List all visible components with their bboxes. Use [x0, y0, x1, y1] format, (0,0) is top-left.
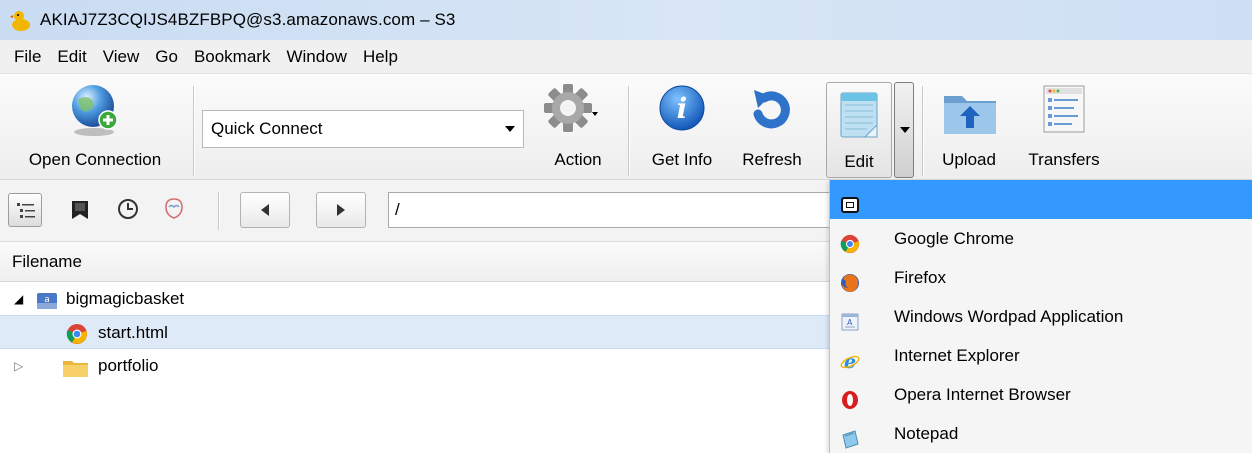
refresh-button[interactable]: Refresh	[730, 82, 814, 176]
transfers-label: Transfers	[1028, 150, 1100, 169]
action-button[interactable]: Action	[534, 82, 622, 176]
outline-view-icon	[17, 203, 35, 218]
main-toolbar: Open Connection Quick Connect Action i G…	[0, 74, 1252, 180]
toolbar-separator	[218, 192, 219, 230]
window-title: AKIAJ7Z3CQIJS4BZFBPQ@s3.amazonaws.com – …	[40, 10, 456, 29]
history-button[interactable]	[112, 193, 146, 227]
menu-item-blank-editor[interactable]	[830, 180, 1252, 219]
table-row[interactable]: ▷ portfolio	[0, 349, 830, 383]
action-label: Action	[554, 150, 602, 169]
table-row[interactable]: ◢ a bigmagicbasket	[0, 282, 830, 316]
bonjour-button[interactable]	[158, 193, 192, 227]
ie-icon: e	[840, 346, 860, 373]
get-info-button[interactable]: i Get Info	[640, 82, 724, 176]
menu-item-label: Opera Internet Browser	[894, 385, 1071, 404]
upload-label: Upload	[942, 150, 996, 169]
folder-icon	[62, 356, 88, 377]
forward-arrow-icon	[337, 204, 345, 216]
menu-item-google-chrome[interactable]: Google Chrome	[830, 219, 1252, 258]
svg-text:a: a	[44, 295, 50, 305]
notepad-icon	[837, 89, 883, 146]
refresh-label: Refresh	[742, 150, 802, 169]
expanded-triangle-icon[interactable]: ◢	[14, 282, 23, 316]
gear-icon	[540, 82, 600, 143]
svg-text:A: A	[847, 318, 853, 327]
forward-button[interactable]	[316, 192, 366, 228]
file-name: portfolio	[98, 356, 159, 375]
get-info-label: Get Info	[651, 150, 713, 169]
edit-with-menu: Google Chrome Firefox A Windows Wordpad …	[829, 180, 1252, 453]
notepad-icon	[840, 424, 860, 449]
menu-file[interactable]: File	[6, 47, 49, 67]
quick-connect-combobox[interactable]: Quick Connect	[202, 110, 524, 148]
back-arrow-icon	[261, 204, 269, 216]
quick-connect-value: Quick Connect	[211, 119, 323, 138]
menu-window[interactable]: Window	[278, 47, 354, 67]
menu-item-label: Windows Wordpad Application	[894, 307, 1124, 326]
toolbar-separator	[922, 86, 923, 176]
bonjour-icon	[165, 198, 183, 219]
menu-edit[interactable]: Edit	[49, 47, 94, 67]
chrome-icon	[840, 229, 860, 254]
edit-dropdown-button[interactable]	[894, 82, 914, 178]
path-combobox[interactable]: /	[388, 192, 838, 228]
toolbar-separator	[193, 86, 194, 176]
upload-button[interactable]: Upload	[926, 82, 1012, 176]
menu-go[interactable]: Go	[147, 47, 186, 67]
opera-icon	[840, 385, 860, 409]
menu-item-wordpad[interactable]: A Windows Wordpad Application	[830, 297, 1252, 336]
menu-item-label: Notepad	[894, 424, 959, 443]
file-name: bigmagicbasket	[66, 289, 185, 308]
refresh-icon	[746, 84, 798, 139]
browser-view-button[interactable]	[8, 193, 42, 227]
menu-item-label: Internet Explorer	[894, 346, 1020, 365]
toolbar-separator	[628, 86, 629, 176]
menu-item-firefox[interactable]: Firefox	[830, 258, 1252, 297]
filename-column-header[interactable]: Filename	[0, 242, 830, 282]
menu-bar: File Edit View Go Bookmark Window Help	[0, 40, 1252, 74]
bucket-icon: a	[36, 289, 58, 309]
menu-item-label: Google Chrome	[894, 229, 1015, 248]
menu-bookmark[interactable]: Bookmark	[186, 47, 279, 67]
menu-item-internet-explorer[interactable]: e Internet Explorer	[830, 336, 1252, 375]
svg-text:i: i	[677, 92, 688, 125]
clock-icon	[118, 199, 138, 219]
collapsed-triangle-icon[interactable]: ▷	[14, 349, 23, 383]
chrome-file-icon	[66, 323, 88, 344]
bookmark-icon	[72, 201, 88, 219]
transfers-list-icon	[1042, 84, 1086, 139]
edit-label: Edit	[844, 152, 874, 171]
back-button[interactable]	[240, 192, 290, 228]
blank-editor-icon	[840, 190, 860, 213]
upload-folder-icon	[942, 86, 998, 141]
table-row[interactable]: start.html	[0, 315, 830, 349]
bookmarks-button[interactable]	[64, 193, 98, 227]
wordpad-icon: A	[840, 307, 860, 331]
info-icon: i	[658, 84, 706, 139]
globe-add-icon	[68, 82, 122, 143]
menu-view[interactable]: View	[95, 47, 148, 67]
firefox-icon	[840, 268, 860, 292]
cyberduck-app-icon	[10, 8, 32, 32]
menu-help[interactable]: Help	[355, 47, 406, 67]
chevron-down-icon	[505, 126, 515, 132]
title-bar: AKIAJ7Z3CQIJS4BZFBPQ@s3.amazonaws.com – …	[0, 0, 1252, 40]
menu-item-notepad[interactable]: Notepad	[830, 414, 1252, 453]
chevron-down-icon	[900, 127, 910, 133]
open-connection-button[interactable]: Open Connection	[6, 82, 184, 176]
menu-item-label: Firefox	[894, 268, 946, 287]
menu-item-opera[interactable]: Opera Internet Browser	[830, 375, 1252, 414]
file-name: start.html	[98, 323, 168, 342]
transfers-button[interactable]: Transfers	[1016, 82, 1112, 176]
open-connection-label: Open Connection	[28, 150, 162, 169]
edit-button[interactable]: Edit	[826, 82, 892, 178]
